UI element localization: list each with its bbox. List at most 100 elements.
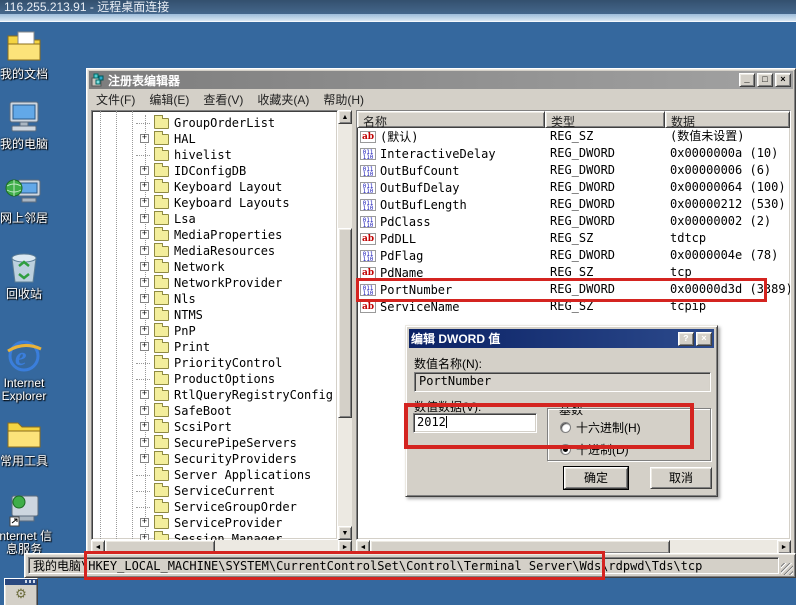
tree-item[interactable]: ServiceCurrent [92, 483, 337, 499]
maximize-button[interactable]: □ [757, 73, 773, 87]
close-icon[interactable]: × [696, 332, 712, 346]
annotation-value-data [404, 403, 694, 449]
menu-item[interactable]: 查看(V) [196, 89, 250, 110]
window-title: 注册表编辑器 [108, 72, 737, 89]
registry-value-row[interactable]: 011110InteractiveDelayREG_DWORD0x0000000… [357, 145, 790, 162]
expand-plus-icon[interactable]: + [140, 422, 149, 431]
tree-item[interactable]: Server Applications [92, 467, 337, 483]
tree-item[interactable]: +ScsiPort [92, 419, 337, 435]
tree-item[interactable]: +NTMS [92, 307, 337, 323]
registry-value-row[interactable]: abPdDLLREG_SZtdtcp [357, 230, 790, 247]
resize-grip[interactable] [781, 563, 793, 575]
scroll-down-icon[interactable]: ▼ [338, 526, 352, 540]
expand-plus-icon[interactable]: + [140, 438, 149, 447]
value-data: 0x00000212 (530) [665, 196, 790, 213]
tree-item[interactable]: +SecurityProviders [92, 451, 337, 467]
scroll-right-icon[interactable]: ► [777, 540, 791, 554]
tree-item-label: HAL [174, 132, 196, 146]
minimized-window[interactable]: ⚙ [4, 578, 38, 605]
expand-plus-icon[interactable]: + [140, 230, 149, 239]
ok-button[interactable]: 确定 [564, 467, 628, 489]
menu-item[interactable]: 编辑(E) [142, 89, 196, 110]
expand-plus-icon[interactable]: + [140, 198, 149, 207]
registry-editor-titlebar[interactable]: 注册表编辑器 _ □ × [89, 71, 793, 89]
expand-plus-icon[interactable]: + [140, 294, 149, 303]
menu-item[interactable]: 帮助(H) [316, 89, 371, 110]
scroll-up-icon[interactable]: ▲ [338, 110, 352, 124]
tree-item[interactable]: +NetworkProvider [92, 275, 337, 291]
desktop-icon[interactable]: 网上邻居 [0, 172, 56, 225]
value-type: REG_DWORD [545, 247, 665, 264]
dialog-titlebar[interactable]: 编辑 DWORD 值 ? × [409, 329, 714, 348]
tree-item[interactable]: +SafeBoot [92, 403, 337, 419]
tree-item[interactable]: +ServiceProvider [92, 515, 337, 531]
cancel-button[interactable]: 取消 [650, 467, 712, 489]
registry-tree-pane[interactable]: GroupOrderList+HALhivelist+IDConfigDB+Ke… [91, 110, 338, 540]
menu-item[interactable]: 文件(F) [89, 89, 142, 110]
help-icon[interactable]: ? [678, 332, 694, 346]
tree-item[interactable]: +Lsa [92, 211, 337, 227]
tree-item[interactable]: + HAL [92, 131, 337, 147]
expand-plus-icon[interactable]: + [140, 390, 149, 399]
tree-item-label: GroupOrderList [174, 116, 275, 130]
minimize-button[interactable]: _ [739, 73, 755, 87]
tree-vscroll-thumb[interactable] [338, 228, 352, 418]
tree-item[interactable]: PriorityControl [92, 355, 337, 371]
folder-icon [154, 502, 169, 513]
registry-value-row[interactable]: 011110OutBufDelayREG_DWORD0x00000064 (10… [357, 179, 790, 196]
registry-value-row[interactable]: 011110PdClassREG_DWORD0x00000002 (2) [357, 213, 790, 230]
tree-item[interactable]: ServiceGroupOrder [92, 499, 337, 515]
tree-item[interactable]: +PnP [92, 323, 337, 339]
folder-icon [154, 118, 169, 129]
value-data: 0x0000000a (10) [665, 145, 790, 162]
tree-item[interactable]: +MediaProperties [92, 227, 337, 243]
tree-item[interactable]: +IDConfigDB [92, 163, 337, 179]
expand-plus-icon[interactable]: + [140, 326, 149, 335]
expand-plus-icon[interactable]: + [140, 214, 149, 223]
expand-plus-icon[interactable]: + [140, 262, 149, 271]
tree-item[interactable]: + SecurePipeServers [92, 435, 337, 451]
expand-plus-icon[interactable]: + [140, 454, 149, 463]
expand-plus-icon[interactable]: + [140, 518, 149, 527]
tree-item[interactable]: + Print [92, 339, 337, 355]
column-header-name[interactable]: 名称 [357, 111, 545, 128]
expand-plus-icon[interactable]: + [140, 342, 149, 351]
registry-value-row[interactable]: 011110OutBufLengthREG_DWORD0x00000212 (5… [357, 196, 790, 213]
expand-plus-icon[interactable]: + [140, 166, 149, 175]
tree-item-label: SecurePipeServers [174, 436, 297, 450]
remote-desktop-bar: 116.255.213.91 - 远程桌面连接 [0, 0, 796, 22]
column-header-data[interactable]: 数据 [665, 111, 790, 128]
close-button[interactable]: × [775, 73, 791, 87]
tree-item[interactable]: ProductOptions [92, 371, 337, 387]
expand-plus-icon[interactable]: + [140, 134, 149, 143]
tree-vertical-scrollbar[interactable]: ▲ ▼ [338, 110, 352, 540]
tree-item[interactable]: GroupOrderList [92, 115, 337, 131]
registry-value-row[interactable]: 011110PdFlagREG_DWORD0x0000004e (78) [357, 247, 790, 264]
expand-plus-icon[interactable]: + [140, 406, 149, 415]
desktop-icon[interactable]: eInternet Explorer [0, 337, 56, 403]
tree-item[interactable]: +Network [92, 259, 337, 275]
expand-plus-icon[interactable]: + [140, 310, 149, 319]
tree-item-label: Print [174, 340, 210, 354]
expand-plus-icon[interactable]: + [140, 182, 149, 191]
registry-value-row[interactable]: 011110OutBufCountREG_DWORD0x00000006 (6) [357, 162, 790, 179]
tree-item[interactable]: +Keyboard Layouts [92, 195, 337, 211]
desktop-icon[interactable]: 回收站 [0, 248, 56, 301]
column-header-type[interactable]: 类型 [545, 111, 665, 128]
tree-item[interactable]: +MediaResources [92, 243, 337, 259]
desktop-icon[interactable]: 我的文档 [0, 28, 56, 81]
reg-dword-icon: 011110 [360, 165, 376, 177]
desktop-icon[interactable]: 我的电脑 [0, 98, 56, 151]
tree-item[interactable]: +Nls [92, 291, 337, 307]
desktop-icon[interactable]: Internet 信 息服务 [0, 490, 56, 556]
tree-item[interactable]: +Keyboard Layout [92, 179, 337, 195]
desktop-icon[interactable]: 常用工具 [0, 415, 56, 468]
value-data: tdtcp [665, 230, 790, 247]
expand-plus-icon[interactable]: + [140, 278, 149, 287]
value-name-label: 数值名称(N): [414, 355, 482, 372]
tree-item[interactable]: +RtlQueryRegistryConfig [92, 387, 337, 403]
registry-value-row[interactable]: ab(默认)REG_SZ(数值未设置) [357, 128, 790, 145]
menu-item[interactable]: 收藏夹(A) [250, 89, 316, 110]
expand-plus-icon[interactable]: + [140, 246, 149, 255]
tree-item[interactable]: hivelist [92, 147, 337, 163]
